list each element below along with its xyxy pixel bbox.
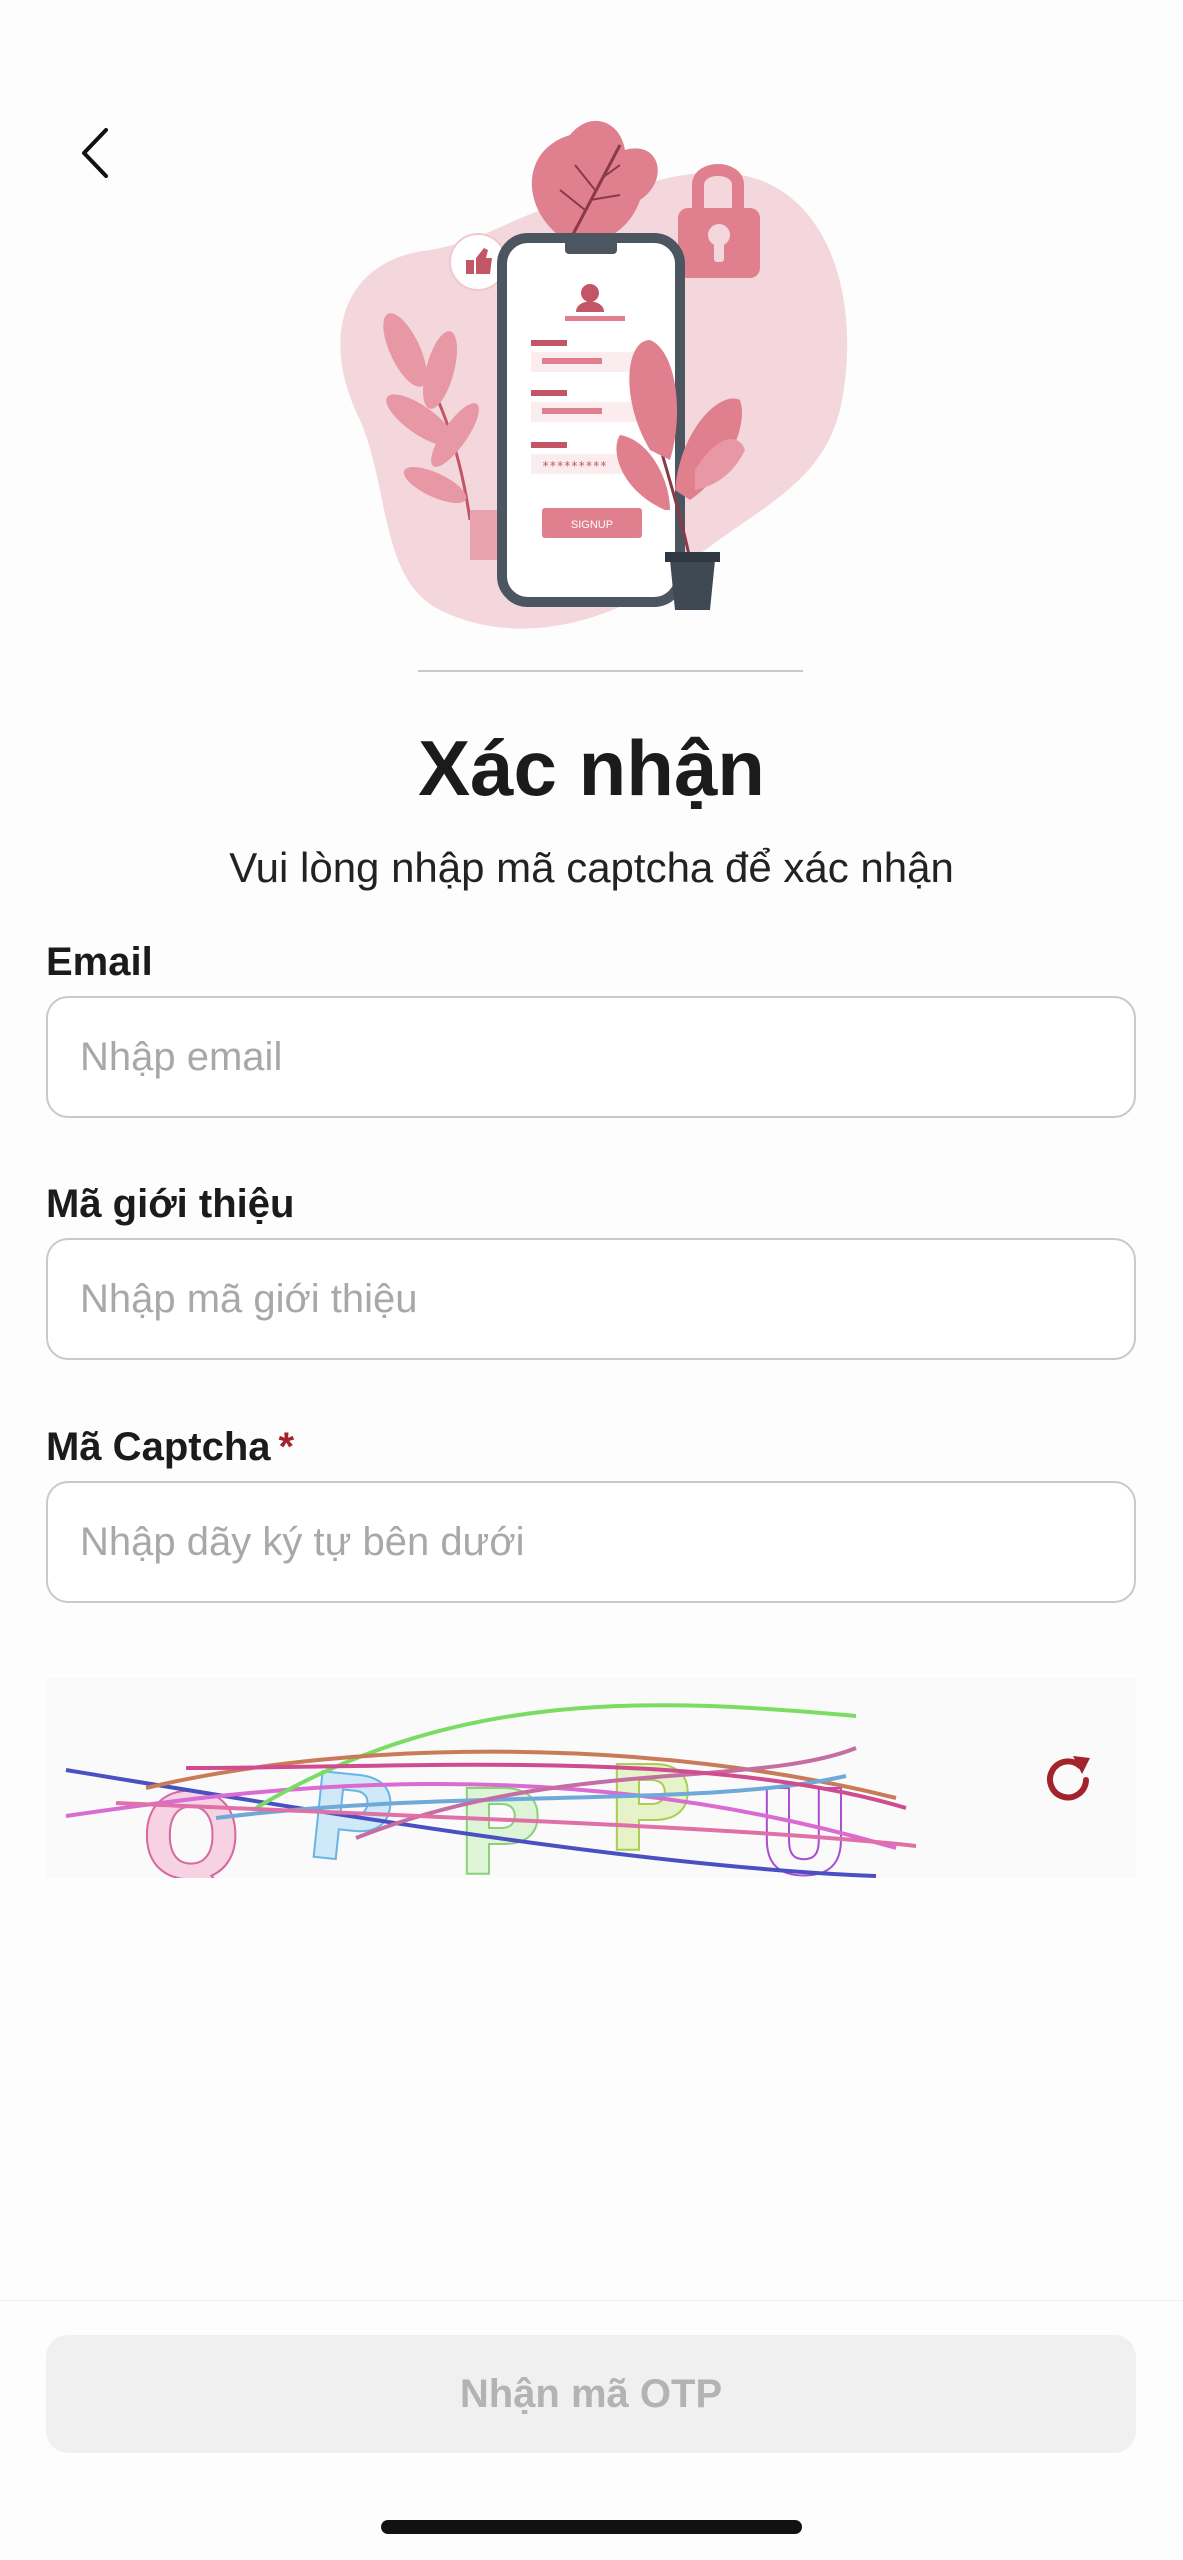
verification-screen: ********* SIGNUP Xác nhận Vui lòng nhập … — [0, 0, 1183, 2560]
referral-code-label: Mã giới thiệu — [46, 1182, 295, 1226]
svg-text:*********: ********* — [542, 459, 607, 473]
get-otp-button[interactable]: Nhận mã OTP — [46, 2335, 1136, 2453]
page-title: Xác nhận — [418, 724, 765, 812]
chevron-left-icon — [82, 128, 108, 178]
home-indicator — [381, 2520, 802, 2534]
page-subtitle: Vui lòng nhập mã captcha để xác nhận — [229, 844, 954, 891]
refresh-icon — [1047, 1756, 1090, 1801]
referral-code-input[interactable] — [48, 1240, 1134, 1358]
email-label: Email — [46, 940, 153, 984]
illustration-divider — [418, 670, 803, 672]
captcha-image-area: Q P P P U — [46, 1678, 1136, 1878]
signup-illustration: ********* SIGNUP — [340, 120, 848, 629]
email-input[interactable] — [48, 998, 1134, 1116]
captcha-image: Q P P P U — [65, 1703, 917, 1878]
email-field[interactable] — [46, 996, 1136, 1118]
refresh-captcha-button[interactable] — [1036, 1748, 1100, 1812]
back-button[interactable] — [62, 118, 132, 188]
captcha-input[interactable] — [48, 1483, 1134, 1601]
captcha-label: Mã Captcha * — [46, 1421, 294, 1473]
captcha-field[interactable] — [46, 1481, 1136, 1603]
captcha-label-text: Mã Captcha — [46, 1425, 271, 1469]
referral-code-field[interactable] — [46, 1238, 1136, 1360]
signup-illustration-text: SIGNUP — [571, 519, 613, 531]
required-mark: * — [278, 1425, 295, 1469]
